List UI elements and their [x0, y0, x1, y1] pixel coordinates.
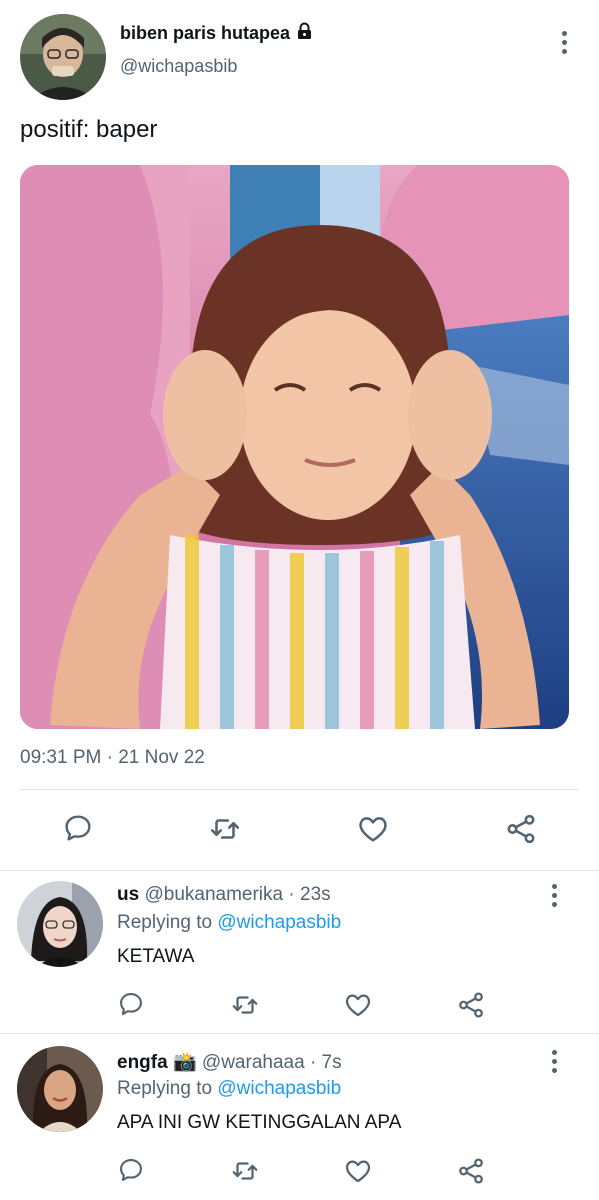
- author-name-row: biben paris hutapea: [120, 22, 313, 45]
- retweet-icon[interactable]: [230, 1156, 260, 1186]
- reply-text: APA INI GW KETINGGALAN APA: [117, 1112, 402, 1133]
- reply-author-handle[interactable]: @bukanamerika: [144, 884, 283, 905]
- replying-to-label: Replying to: [117, 912, 213, 933]
- more-options-icon[interactable]: [542, 1041, 566, 1081]
- replying-to-link[interactable]: @wichapasbib: [217, 912, 341, 933]
- author-handle[interactable]: @wichapasbib: [120, 56, 237, 77]
- divider: [0, 870, 599, 871]
- share-icon[interactable]: [456, 1156, 486, 1186]
- share-icon[interactable]: [456, 990, 486, 1020]
- more-options-icon[interactable]: [552, 22, 576, 62]
- reply-avatar[interactable]: [17, 881, 103, 967]
- reply-icon[interactable]: [62, 812, 94, 844]
- reply-author-name[interactable]: us: [117, 884, 139, 905]
- lock-icon: [296, 22, 313, 45]
- reply-author-handle[interactable]: @warahaaa: [202, 1052, 305, 1073]
- like-icon[interactable]: [356, 812, 390, 846]
- reply-text: KETAWA: [117, 946, 195, 967]
- reply-time[interactable]: · 23s: [288, 884, 330, 905]
- reply-header: us @bukanamerika · 23s: [117, 884, 331, 906]
- retweet-icon[interactable]: [230, 990, 260, 1020]
- tweet-photo[interactable]: [20, 165, 569, 729]
- divider: [20, 789, 578, 790]
- author-avatar[interactable]: [20, 14, 106, 100]
- reply-time[interactable]: · 7s: [310, 1052, 342, 1073]
- like-icon[interactable]: [343, 990, 373, 1020]
- replying-to: Replying to @wichapasbib: [117, 912, 341, 934]
- share-icon[interactable]: [504, 812, 538, 846]
- camera-flash-emoji-icon: 📸: [172, 1052, 197, 1073]
- author-name[interactable]: biben paris hutapea: [120, 23, 290, 44]
- divider: [0, 1033, 599, 1034]
- reply-avatar[interactable]: [17, 1046, 103, 1132]
- reply-header: engfa 📸 @warahaaa · 7s: [117, 1050, 342, 1074]
- reply-icon[interactable]: [117, 990, 145, 1018]
- reply-author-name[interactable]: engfa: [117, 1052, 168, 1073]
- like-icon[interactable]: [343, 1156, 373, 1186]
- more-options-icon[interactable]: [542, 875, 566, 915]
- replying-to-label: Replying to: [117, 1078, 213, 1099]
- replying-to: Replying to @wichapasbib: [117, 1078, 341, 1100]
- reply-icon[interactable]: [117, 1156, 145, 1184]
- retweet-icon[interactable]: [208, 812, 242, 846]
- replying-to-link[interactable]: @wichapasbib: [217, 1078, 341, 1099]
- tweet-text: positif: baper: [20, 116, 158, 143]
- tweet-timestamp[interactable]: 09:31 PM · 21 Nov 22: [20, 747, 205, 769]
